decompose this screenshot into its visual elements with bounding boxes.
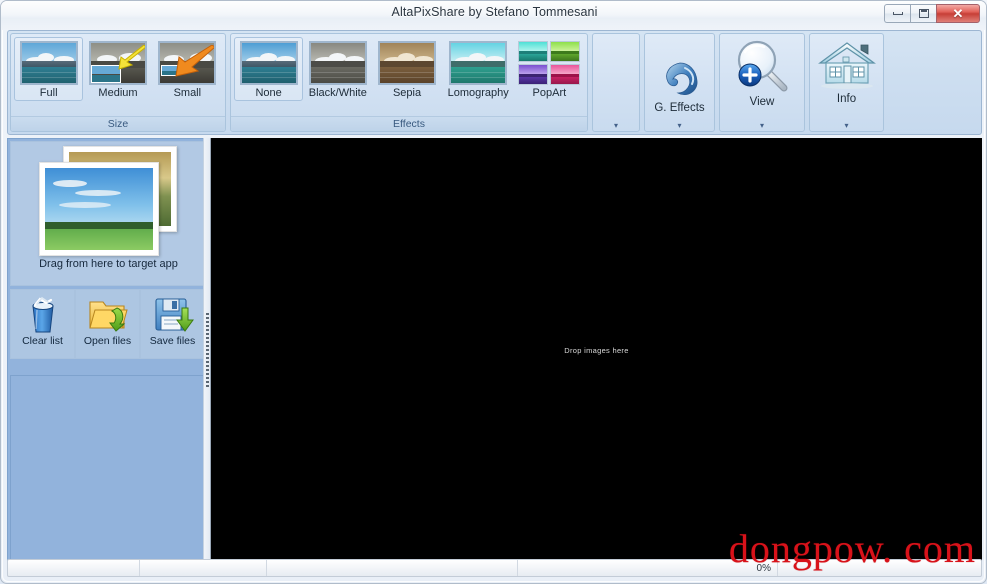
floppy-save-icon	[154, 298, 194, 332]
effect-blackwhite-thumbnail	[308, 41, 367, 85]
recycle-bin-icon	[31, 296, 54, 333]
minimize-icon	[892, 12, 903, 15]
ribbon-group-g-effects[interactable]: G. Effects ▾	[644, 33, 715, 132]
effect-option-sepia-label: Sepia	[392, 87, 422, 99]
ribbon-toolbar: Full Medium Small Size None Black/White …	[7, 30, 982, 135]
maximize-icon	[918, 9, 929, 18]
size-option-medium-label: Medium	[98, 87, 138, 99]
swirl-icon	[665, 62, 697, 95]
image-canvas[interactable]: Drop images here	[211, 138, 982, 563]
popart-cell-cyan	[518, 41, 549, 62]
title-bar[interactable]: AltaPixShare by Stefano Tommesani ✕	[1, 1, 986, 30]
size-option-full-label: Full	[39, 87, 58, 99]
size-option-small[interactable]: Small	[153, 37, 222, 101]
save-files-label: Save files	[149, 335, 196, 347]
magnifier-plus-icon	[737, 40, 788, 92]
maximize-button[interactable]	[910, 4, 936, 23]
popart-cell-pink	[550, 64, 581, 85]
ribbon-group-empty[interactable]: ▾	[592, 33, 640, 132]
effect-lomography-thumbnail	[449, 41, 508, 85]
effect-option-none[interactable]: None	[234, 37, 304, 101]
drag-source-box[interactable]: Drag from here to target app	[10, 141, 207, 286]
status-bar: 0%	[7, 559, 982, 577]
file-list[interactable]	[10, 375, 207, 562]
effect-sepia-thumbnail	[378, 41, 436, 85]
application-window: AltaPixShare by Stefano Tommesani ✕ Full…	[0, 0, 987, 584]
effect-option-lomography[interactable]: Lomography	[442, 37, 515, 101]
tool-button-row: Clear list Open files Save files	[10, 289, 207, 359]
open-folder-icon	[88, 301, 128, 332]
effect-popart-thumbnail	[518, 41, 581, 85]
ribbon-group-size-body: Full Medium Small	[11, 34, 225, 116]
photo-stack-icon	[38, 146, 179, 256]
ribbon-group-size-title: Size	[11, 116, 225, 131]
popart-cell-green	[550, 41, 581, 62]
info-label: Info	[836, 93, 857, 105]
window-controls: ✕	[884, 4, 980, 23]
window-frame: AltaPixShare by Stefano Tommesani ✕ Full…	[0, 0, 987, 584]
ribbon-group-effects: None Black/White Sepia Lomography PopArt…	[230, 33, 588, 132]
close-icon: ✕	[952, 6, 964, 21]
effect-option-lomography-label: Lomography	[447, 87, 509, 99]
ribbon-group-view[interactable]: View ▾	[719, 33, 805, 132]
ribbon-group-empty-dropdown-icon[interactable]: ▾	[593, 122, 639, 130]
effect-option-blackwhite-label: Black/White	[308, 87, 367, 99]
effect-none-thumbnail	[239, 41, 298, 85]
window-title: AltaPixShare by Stefano Tommesani	[391, 5, 598, 19]
status-cell-5	[778, 560, 981, 576]
info-dropdown-icon[interactable]: ▾	[810, 122, 883, 130]
ribbon-group-size: Full Medium Small Size	[10, 33, 226, 132]
view-label: View	[749, 96, 775, 108]
view-dropdown-icon[interactable]: ▾	[720, 122, 804, 130]
status-progress-cell: 0%	[518, 560, 778, 576]
yellow-arrow-icon	[118, 45, 145, 70]
g-effects-label: G. Effects	[654, 101, 705, 114]
clear-list-button[interactable]: Clear list	[10, 289, 75, 359]
ribbon-filler	[888, 33, 979, 132]
status-cell-2	[140, 560, 267, 576]
g-effects-dropdown-icon[interactable]: ▾	[645, 122, 714, 130]
status-cell-3	[267, 560, 518, 576]
status-cell-1	[8, 560, 140, 576]
drop-hint-text: Drop images here	[564, 346, 629, 355]
size-option-medium[interactable]: Medium	[83, 37, 152, 101]
left-panel: Drag from here to target app Clear list …	[7, 138, 210, 563]
landscape-full-thumbnail	[19, 41, 78, 85]
open-files-button[interactable]: Open files	[75, 289, 140, 359]
splitter-grip-icon	[206, 312, 209, 389]
orange-arrow-icon	[175, 45, 215, 77]
ribbon-group-effects-title: Effects	[231, 116, 587, 131]
ribbon-group-info[interactable]: Info ▾	[809, 33, 884, 132]
panel-splitter[interactable]	[203, 138, 211, 563]
minimize-button[interactable]	[884, 4, 910, 23]
ribbon-group-effects-body: None Black/White Sepia Lomography PopArt	[231, 34, 587, 116]
effect-option-sepia[interactable]: Sepia	[372, 37, 441, 101]
house-icon	[817, 42, 876, 89]
size-option-full[interactable]: Full	[14, 37, 84, 101]
drag-source-label: Drag from here to target app	[39, 258, 178, 270]
effect-option-none-label: None	[255, 87, 282, 99]
clear-list-label: Clear list	[22, 335, 63, 347]
effect-option-popart-label: PopArt	[532, 87, 567, 99]
landscape-medium-thumbnail	[88, 41, 147, 85]
close-button[interactable]: ✕	[936, 4, 980, 23]
save-files-button[interactable]: Save files	[140, 289, 205, 359]
landscape-small-thumbnail	[158, 41, 217, 85]
effect-option-popart[interactable]: PopArt	[515, 37, 584, 101]
effect-option-blackwhite[interactable]: Black/White	[303, 37, 372, 101]
popart-cell-purple	[518, 64, 549, 85]
size-option-small-label: Small	[173, 87, 202, 99]
open-files-label: Open files	[83, 335, 132, 347]
